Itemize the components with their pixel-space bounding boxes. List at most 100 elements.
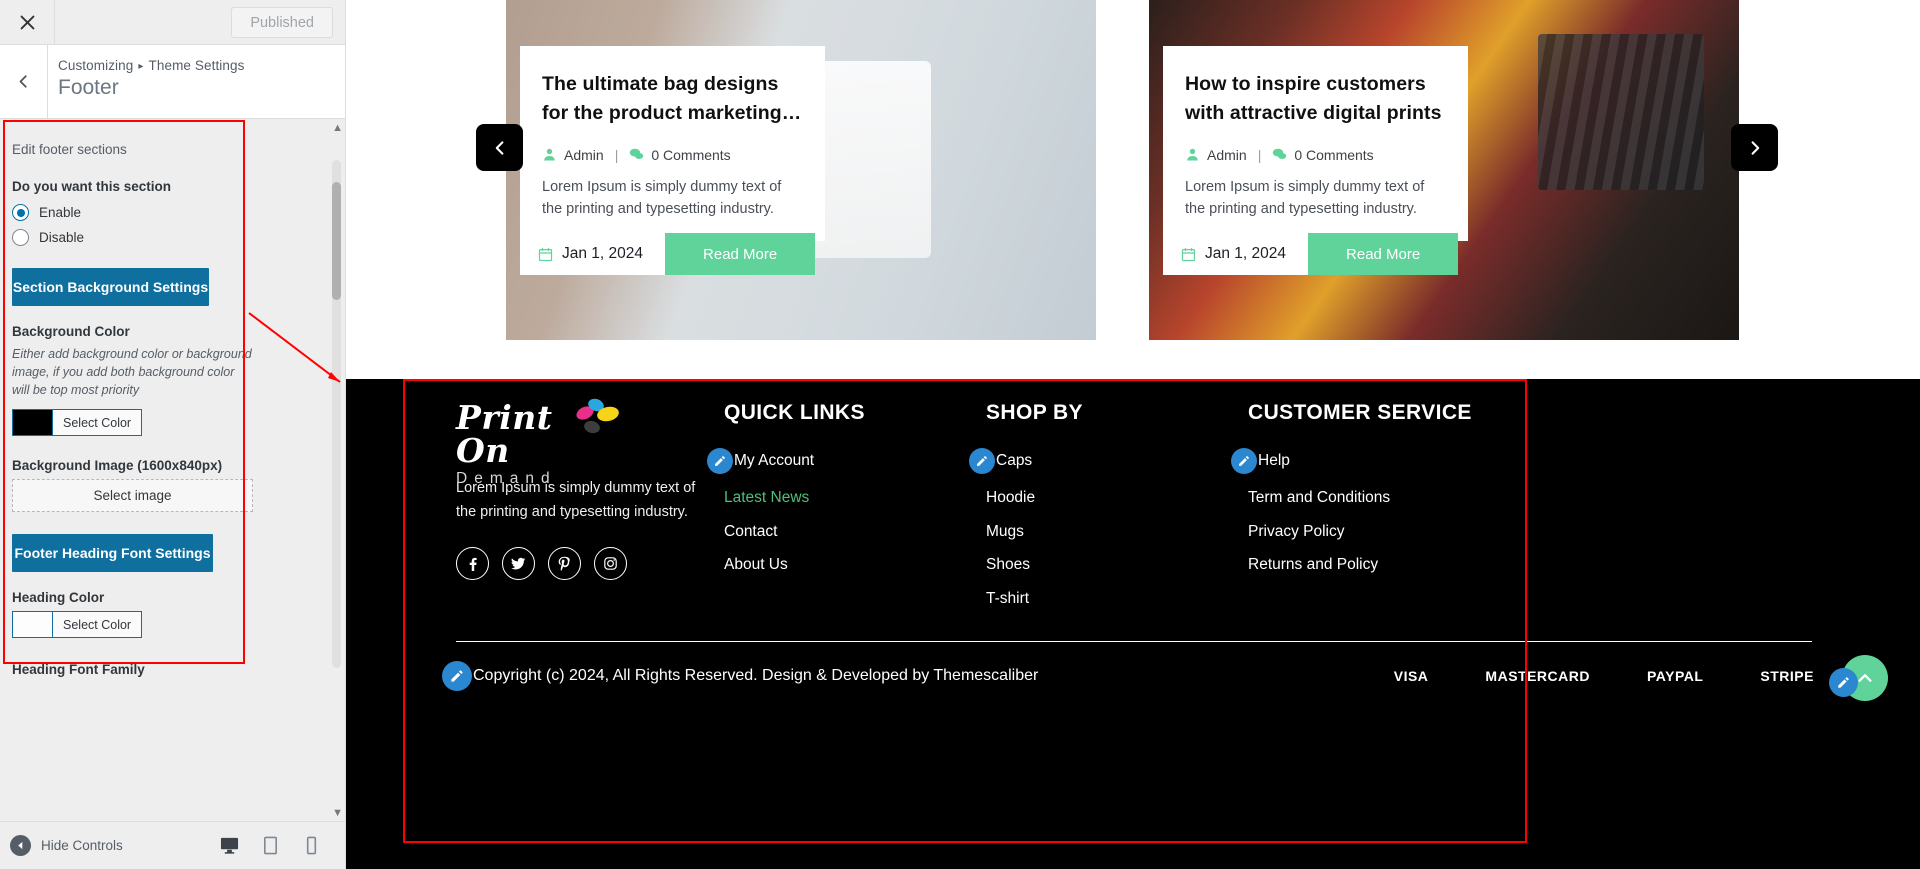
footer-link-label: Contact: [724, 522, 778, 540]
device-preview-switcher: [220, 836, 335, 855]
footer-link-label: Mugs: [986, 522, 1024, 540]
blog-card-comments: 0 Comments: [629, 146, 731, 163]
background-color-swatch[interactable]: [13, 410, 52, 436]
footer-link-help[interactable]: Help: [1231, 448, 1548, 474]
mobile-icon[interactable]: [302, 836, 321, 855]
breadcrumb-root[interactable]: Customizing: [58, 58, 133, 73]
heading-select-color-label[interactable]: Select Color: [52, 612, 141, 638]
logo-splash-icon: [576, 398, 619, 434]
site-logo[interactable]: Print On Demand: [456, 398, 619, 487]
read-more-button[interactable]: Read More: [1308, 233, 1459, 275]
footer-link-latest-news[interactable]: Latest News: [724, 489, 986, 508]
blog-card-comments-label: 0 Comments: [651, 146, 731, 163]
background-select-color-label[interactable]: Select Color: [52, 410, 141, 436]
footer-heading-font-settings-button[interactable]: Footer Heading Font Settings: [12, 534, 213, 573]
radio-enable[interactable]: Enable: [12, 204, 254, 221]
footer-link-tshirt[interactable]: T-shirt: [986, 590, 1248, 609]
instagram-icon[interactable]: [594, 546, 627, 580]
copyright-row: Copyright (c) 2024, All Rights Reserved.…: [442, 661, 1038, 691]
meta-divider: |: [1257, 146, 1262, 163]
footer-link-returns[interactable]: Returns and Policy: [1248, 556, 1548, 575]
blog-card-title[interactable]: The ultimate bag designs for the product…: [542, 70, 803, 128]
customizer-screen: Published Customizing ▸ Theme Settings Foo…: [0, 0, 1920, 869]
footer-link-label: Term and Conditions: [1248, 489, 1391, 506]
footer-bottom-bar: Copyright (c) 2024, All Rights Reserved.…: [442, 661, 1820, 691]
blog-card-author: Admin: [1185, 147, 1247, 163]
payment-methods: VISA MASTERCARD PAYPAL STRIPE: [1394, 668, 1820, 684]
sidebar-scrollbar[interactable]: [332, 160, 341, 668]
blog-card-content: The ultimate bag designs for the product…: [520, 46, 825, 241]
scroll-up-arrow-icon[interactable]: ▲: [332, 122, 343, 134]
chevron-up-icon: [1858, 674, 1872, 682]
customizer-footer-bar: Hide Controls: [0, 821, 345, 869]
hide-controls-button[interactable]: Hide Controls: [10, 835, 220, 856]
blog-card[interactable]: The ultimate bag designs for the product…: [506, 0, 1096, 340]
footer-link-contact[interactable]: Contact: [724, 523, 986, 542]
footer-link-label: About Us: [724, 556, 788, 574]
footer-column-quick-links: QUICK LINKS My Account Latest News Conta…: [707, 401, 986, 623]
footer-link-label: T-shirt: [986, 589, 1030, 607]
facebook-icon[interactable]: [456, 546, 489, 580]
footer-link-mugs[interactable]: Mugs: [986, 523, 1248, 542]
heading-color-swatch[interactable]: [13, 612, 52, 638]
desktop-icon[interactable]: [220, 836, 239, 855]
footer-column-customer-service: CUSTOMER SERVICE Help Term and Condition…: [1231, 401, 1548, 623]
background-color-label: Background Color: [12, 324, 130, 339]
customizer-titles: Customizing ▸ Theme Settings Footer: [48, 45, 244, 118]
footer-link-about-us[interactable]: About Us: [724, 556, 986, 575]
blog-card-author-label: Admin: [1207, 146, 1247, 163]
footer-link-hoodie[interactable]: Hoodie: [986, 489, 1248, 508]
edit-pencil-icon[interactable]: [707, 448, 733, 474]
radio-disable[interactable]: Disable: [12, 229, 254, 246]
section-toggle-label: Do you want this section: [12, 179, 172, 194]
background-image-label: Background Image (1600x840px): [12, 458, 223, 474]
footer-columns: Print On Demand Lorem Ipsum is simply du…: [456, 398, 1830, 623]
customizer-header: Customizing ▸ Theme Settings Footer: [0, 45, 345, 119]
back-chevron-icon[interactable]: [0, 45, 48, 118]
footer-social-links: [456, 546, 724, 580]
background-select-image-button[interactable]: Select image: [12, 479, 253, 513]
edit-pencil-icon[interactable]: [1231, 448, 1257, 474]
scroll-down-arrow-icon[interactable]: ▼: [332, 807, 343, 819]
chevron-left-icon: [495, 140, 503, 155]
published-button[interactable]: Published: [231, 7, 333, 38]
edit-pencil-icon[interactable]: [969, 448, 995, 474]
sidebar-scroll-thumb[interactable]: [332, 182, 341, 300]
footer-brand-column: Print On Demand Lorem Ipsum is simply du…: [456, 398, 724, 623]
background-color-picker[interactable]: Select Color: [12, 409, 143, 437]
blog-carousel: The ultimate bag designs for the product…: [346, 0, 1920, 340]
read-more-button[interactable]: Read More: [665, 233, 816, 275]
breadcrumb-parent[interactable]: Theme Settings: [149, 58, 245, 73]
footer-link-privacy[interactable]: Privacy Policy: [1248, 523, 1548, 542]
footer-link-terms[interactable]: Term and Conditions: [1248, 489, 1548, 508]
blog-card-meta: Admin | 0 Comments: [1185, 147, 1446, 163]
radio-enable-indicator[interactable]: [12, 204, 29, 221]
footer-link-my-account[interactable]: My Account: [707, 448, 986, 474]
hide-controls-label: Hide Controls: [41, 838, 123, 853]
edit-pencil-icon[interactable]: [1829, 668, 1858, 697]
page-title: Footer: [58, 76, 119, 99]
calendar-icon: [538, 247, 553, 261]
site-preview: The ultimate bag designs for the product…: [346, 0, 1920, 869]
section-background-settings-button[interactable]: Section Background Settings: [12, 268, 209, 306]
footer-column-title: SHOP BY: [986, 401, 1083, 424]
footer-link-shoes[interactable]: Shoes: [986, 556, 1248, 575]
footer-column-shop-by: SHOP BY Caps Hoodie Mugs Shoes T-shirt: [969, 401, 1248, 623]
edit-pencil-icon[interactable]: [442, 661, 472, 691]
tablet-icon[interactable]: [261, 836, 280, 855]
blog-card-title[interactable]: How to inspire customers with attractive…: [1185, 70, 1446, 128]
carousel-next-button[interactable]: [1731, 124, 1778, 171]
radio-disable-indicator[interactable]: [12, 229, 29, 246]
close-icon[interactable]: [0, 0, 55, 44]
blog-card-date: Jan 1, 2024: [520, 233, 666, 275]
carousel-prev-button[interactable]: [476, 124, 523, 171]
blog-card[interactable]: How to inspire customers with attractive…: [1149, 0, 1739, 340]
footer-link-label: Returns and Policy: [1248, 556, 1379, 574]
pinterest-icon[interactable]: [548, 546, 581, 580]
footer-link-caps[interactable]: Caps: [969, 448, 1248, 474]
heading-color-picker[interactable]: Select Color: [12, 611, 143, 639]
comment-icon: [1273, 148, 1287, 160]
footer-link-label: Help: [1258, 451, 1290, 469]
twitter-icon[interactable]: [502, 546, 535, 580]
